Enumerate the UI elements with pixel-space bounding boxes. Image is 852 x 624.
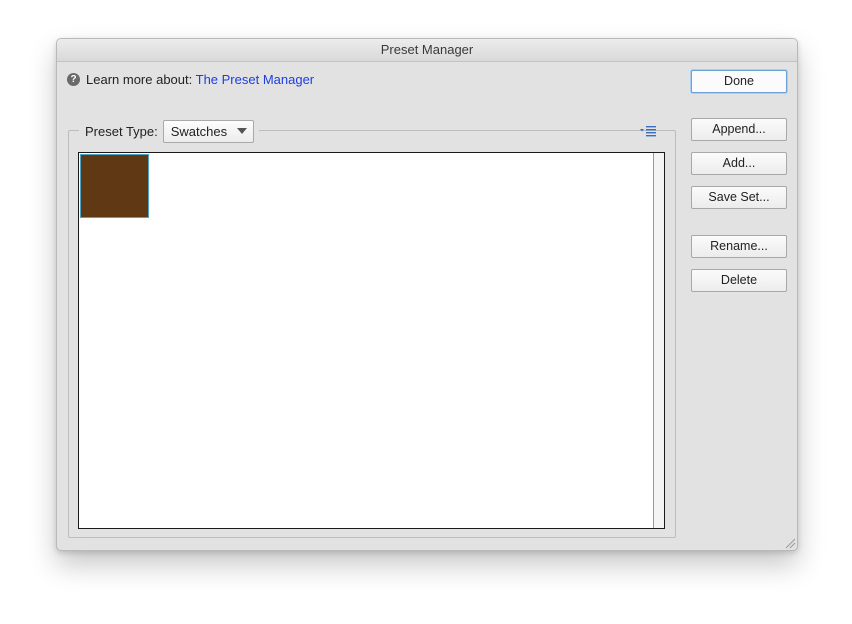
- preset-manager-dialog: Preset Manager ? Learn more about: The P…: [56, 38, 798, 551]
- swatch-item[interactable]: [80, 154, 149, 218]
- preset-manager-help-link[interactable]: The Preset Manager: [196, 72, 315, 87]
- add-button[interactable]: Add...: [691, 152, 787, 175]
- preset-type-label: Preset Type:: [85, 123, 158, 139]
- learn-more-label: Learn more about:: [86, 72, 193, 87]
- window-title: Preset Manager: [57, 39, 797, 62]
- swatch-list[interactable]: [78, 152, 665, 529]
- help-icon[interactable]: ?: [67, 73, 80, 86]
- append-button[interactable]: Append...: [691, 118, 787, 141]
- rename-button[interactable]: Rename...: [691, 235, 787, 258]
- resize-grip-icon[interactable]: [784, 537, 796, 549]
- done-button[interactable]: Done: [691, 70, 787, 93]
- learn-more-row: Learn more about: The Preset Manager: [86, 72, 314, 87]
- preset-type-row: Preset Type: Swatches: [79, 119, 260, 143]
- preset-type-dropdown[interactable]: Swatches: [162, 119, 255, 143]
- vertical-scrollbar[interactable]: [653, 153, 664, 528]
- preset-type-value: Swatches: [170, 123, 228, 139]
- panel-menu-icon[interactable]: [639, 125, 657, 137]
- delete-button[interactable]: Delete: [691, 269, 787, 292]
- save-set-button[interactable]: Save Set...: [691, 186, 787, 209]
- chevron-down-icon: [237, 128, 248, 134]
